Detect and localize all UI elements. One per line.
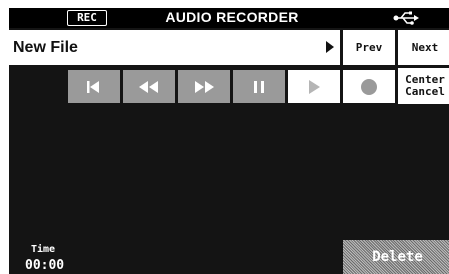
chevron-right-icon (326, 41, 334, 53)
file-selector[interactable]: New File (9, 30, 340, 65)
usb-icon (393, 11, 419, 25)
pause-icon (254, 80, 264, 93)
screen-title: AUDIO RECORDER (165, 9, 299, 25)
center-cancel-button[interactable]: Center Cancel (398, 68, 449, 104)
rec-badge: REC (67, 10, 107, 26)
fast-forward-icon (195, 80, 214, 93)
title-bar: REC AUDIO RECORDER (9, 8, 449, 28)
delete-button[interactable]: Delete (343, 240, 449, 274)
cancel-label: Cancel (405, 85, 445, 98)
pause-button[interactable] (233, 70, 285, 103)
file-name: New File (13, 39, 78, 56)
prev-button[interactable]: Prev (343, 30, 395, 65)
rewind-icon (139, 80, 158, 93)
skip-to-start-icon (87, 80, 99, 93)
time-label: Time (31, 244, 56, 255)
play-button[interactable] (288, 70, 340, 103)
skip-to-start-button[interactable] (68, 70, 120, 103)
rewind-button[interactable] (123, 70, 175, 103)
play-icon (309, 79, 320, 94)
next-button[interactable]: Next (398, 30, 449, 65)
record-button[interactable] (343, 70, 395, 103)
center-cancel-label: Center Cancel (405, 74, 445, 98)
audio-recorder-screen: REC AUDIO RECORDER New File Prev Next Ce… (9, 8, 449, 274)
fast-forward-button[interactable] (178, 70, 230, 103)
time-value: 00:00 (25, 258, 65, 273)
record-icon (361, 78, 377, 95)
